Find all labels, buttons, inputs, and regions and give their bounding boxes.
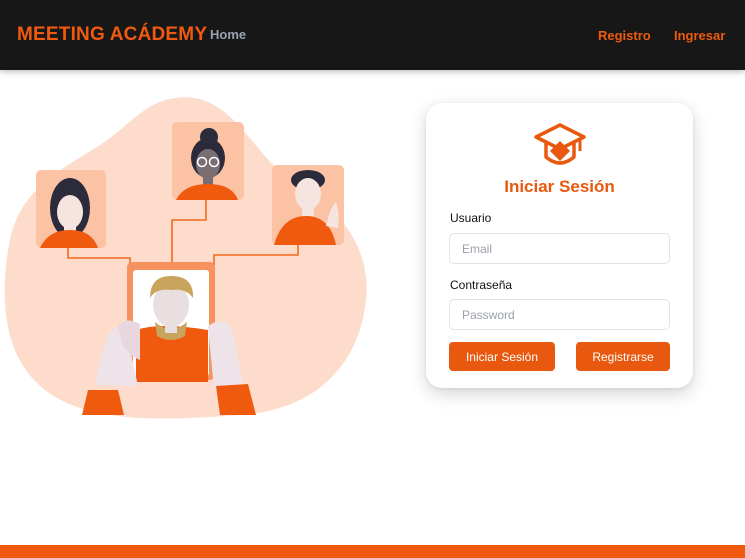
brand-logo[interactable]: MEETING ACÁDEMY: [17, 24, 207, 46]
participant-man-avatar: [272, 165, 344, 245]
login-button[interactable]: Iniciar Sesión: [449, 342, 555, 371]
password-field[interactable]: [449, 299, 670, 330]
graduation-cap-icon: [534, 123, 586, 165]
user-label: Usuario: [450, 211, 492, 225]
tablet-device: [127, 262, 215, 382]
video-meeting-illustration: [4, 97, 367, 419]
password-label: Contraseña: [450, 278, 513, 292]
participant-woman-avatar: [36, 170, 106, 248]
navbar: MEETING ACÁDEMY Home Registro Ingresar: [0, 0, 745, 70]
nav-link-home[interactable]: Home: [210, 27, 246, 42]
footer-bar: [0, 545, 745, 558]
register-button[interactable]: Registrarse: [576, 342, 670, 371]
nav-link-registro[interactable]: Registro: [598, 28, 651, 43]
email-field[interactable]: [449, 233, 670, 264]
login-title: Iniciar Sesión: [504, 177, 615, 196]
participant-glasses-avatar: [172, 122, 244, 200]
nav-link-ingresar[interactable]: Ingresar: [674, 28, 725, 43]
login-card: Iniciar Sesión Usuario Contraseña Inicia…: [426, 103, 693, 388]
